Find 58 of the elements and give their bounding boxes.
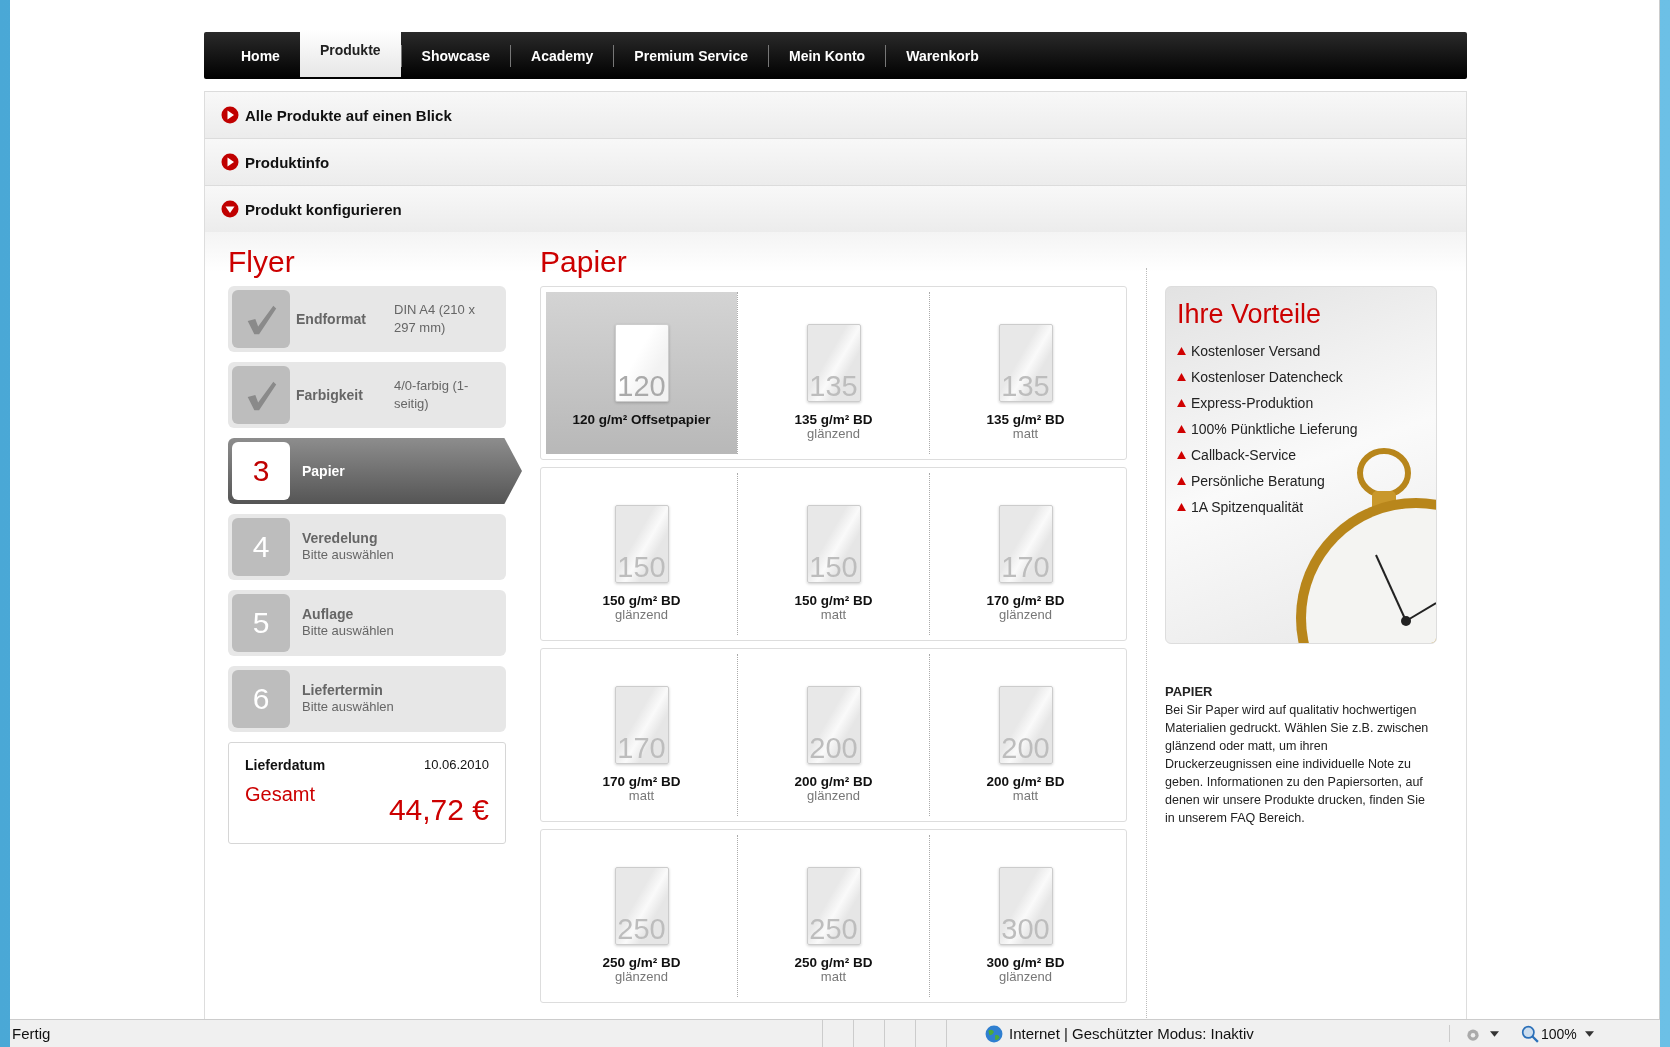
nav-tab[interactable]: Mein Konto (768, 32, 886, 79)
paper-option[interactable]: 135 135 g/m² BD glänzend (737, 292, 929, 454)
section-title: Papier (540, 244, 628, 280)
benefit-text: Express-Produktion (1191, 395, 1314, 411)
step-button[interactable]: Farbigkeit 4/0-farbig (1-seitig) (228, 362, 506, 428)
benefit-text: 100% Pünktliche Lieferung (1191, 421, 1358, 437)
paper-option[interactable]: 150 150 g/m² BD glänzend (546, 473, 737, 635)
step-button[interactable]: 6 Liefertermin Bitte auswählen (228, 666, 506, 732)
paper-option[interactable]: 300 300 g/m² BD glänzend (929, 835, 1121, 997)
step-button[interactable]: Endformat DIN A4 (210 x 297 mm) (228, 286, 506, 352)
bullet-triangle-icon (1177, 399, 1186, 407)
benefit-text: Callback-Service (1191, 447, 1297, 463)
nav-tab[interactable]: Warenkorb (886, 32, 999, 79)
step-button[interactable]: 3 Papier (228, 438, 522, 504)
benefit-text: Kostenloser Versand (1191, 343, 1321, 359)
paper-option[interactable]: 250 250 g/m² BD glänzend (546, 835, 737, 997)
benefit-text: Kostenloser Datencheck (1191, 369, 1343, 385)
security-zone-text: Internet | Geschützter Modus: Inaktiv (1009, 1025, 1450, 1042)
caret-icon[interactable] (1584, 1030, 1594, 1037)
info-heading: PAPIER (1165, 684, 1214, 699)
paper-option[interactable]: 170 170 g/m² BD glänzend (929, 473, 1121, 635)
accordion-header[interactable]: Produktinfo (205, 138, 1466, 185)
bullet-triangle-icon (1177, 347, 1186, 355)
bullet-triangle-icon (1177, 451, 1186, 459)
zoom-icon[interactable] (1521, 1024, 1539, 1043)
total-label: Gesamt (245, 783, 316, 806)
delivery-date: 10.06.2010 (423, 757, 489, 772)
delivery-date-label: Lieferdatum (245, 757, 326, 773)
step-button[interactable]: 4 Veredelung Bitte auswählen (228, 514, 506, 580)
globe-icon (985, 1024, 1003, 1043)
nav-tab[interactable]: Home (221, 32, 300, 79)
benefit-text: 1A Spitzenqualität (1191, 499, 1304, 515)
status-text: Fertig (11, 1025, 52, 1042)
paper-option[interactable]: 170 170 g/m² BD matt (546, 654, 737, 816)
step-button[interactable]: 5 Auflage Bitte auswählen (228, 590, 506, 656)
zoom-level[interactable]: 100% (1541, 1025, 1577, 1042)
benefits-title: Ihre Vorteile (1177, 299, 1323, 330)
info-paragraph: Bei Sir Paper wird auf qualitativ hochwertigen Materialien gedruckt. Wählen Sie z.B. zwischen glänzend oder matt, um ihren Druckerzeugnissen eine individuelle Note zu geben. Informationen zu den Papiersorten, auf denen wir unsere Produkte drucken, finden Sie in unserem FAQ Bereich. (1165, 702, 1430, 827)
nav-tab[interactable]: Premium Service (614, 32, 768, 79)
paper-option[interactable]: 200 200 g/m² BD matt (929, 654, 1121, 816)
bullet-triangle-icon (1177, 477, 1186, 485)
nav-tab[interactable]: Academy (511, 32, 614, 79)
accordion-header[interactable]: Produkt konfigurieren (205, 185, 1466, 232)
product-title: Flyer (228, 244, 296, 280)
paper-option[interactable]: 135 135 g/m² BD matt (929, 292, 1121, 454)
caret-icon[interactable] (1490, 1030, 1499, 1037)
nav-tab[interactable]: Produkte (299, 30, 401, 77)
paper-option[interactable]: 150 150 g/m² BD matt (737, 473, 929, 635)
benefit-text: Persönliche Beratung (1191, 473, 1325, 489)
bullet-triangle-icon (1177, 373, 1186, 381)
bullet-triangle-icon (1177, 503, 1186, 511)
paper-option[interactable]: 120 120 g/m² Offsetpapier (546, 292, 737, 454)
accordion-header[interactable]: Alle Produkte auf einen Blick (205, 91, 1466, 138)
nav-tab[interactable]: Showcase (401, 32, 511, 79)
paper-option[interactable]: 250 250 g/m² BD matt (737, 835, 929, 997)
paper-option[interactable]: 200 200 g/m² BD glänzend (737, 654, 929, 816)
bullet-triangle-icon (1177, 425, 1186, 433)
total-price: 44,72 € (388, 793, 489, 827)
